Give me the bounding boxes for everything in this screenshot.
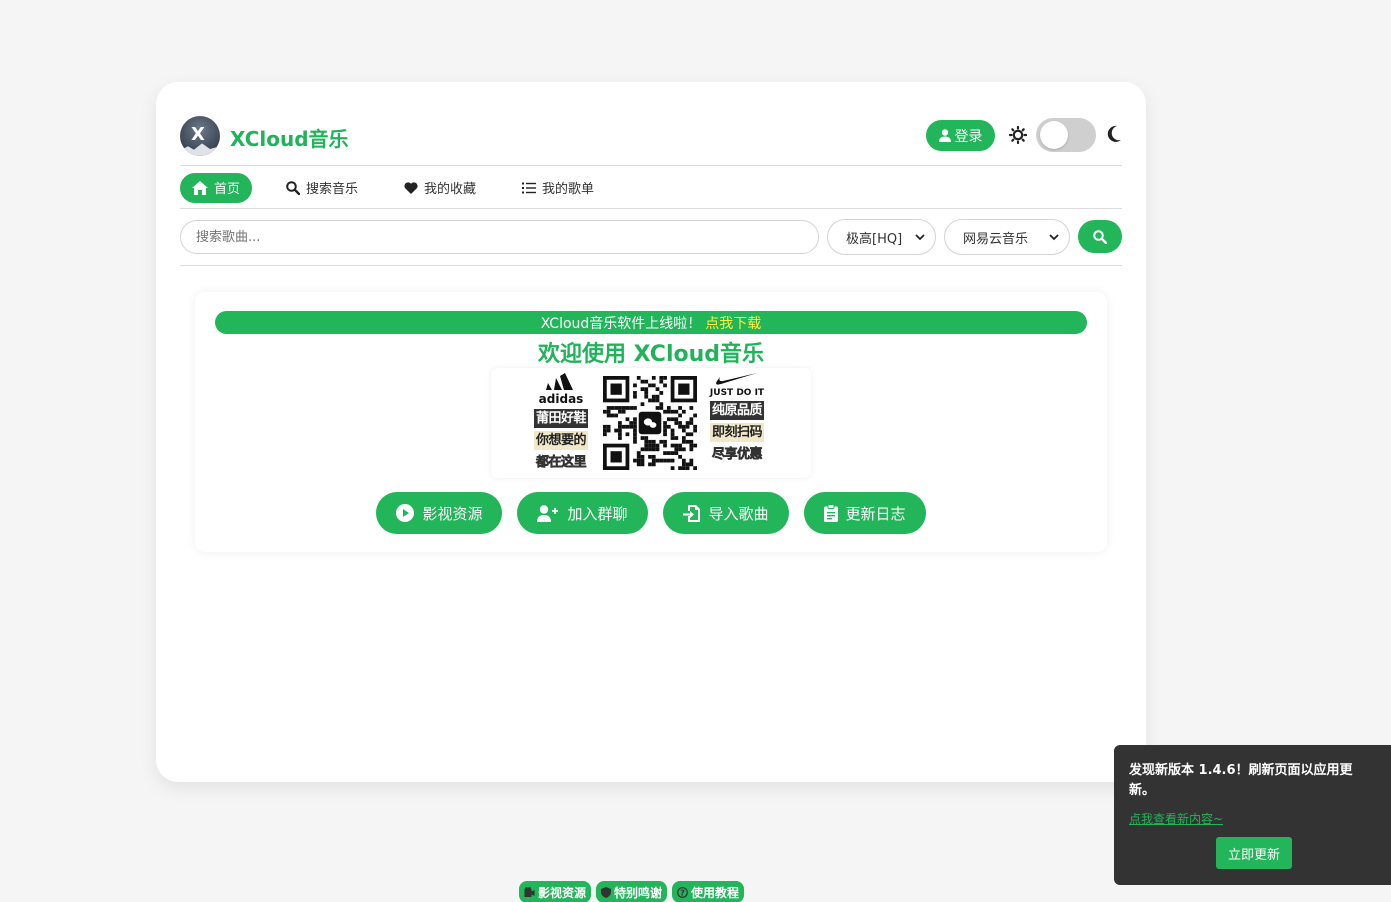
moon-icon[interactable] <box>1106 125 1122 143</box>
search-icon <box>1093 229 1107 244</box>
footer-video-resources[interactable]: 影视资源 <box>519 881 592 902</box>
nav-item-home[interactable]: 首页 <box>180 172 253 203</box>
banner-download-link[interactable]: 点我下载 <box>705 313 761 333</box>
home-icon <box>192 180 208 195</box>
question-circle-icon: ? <box>677 886 688 898</box>
ad-right: JUST DO IT 纯原品质 即刻扫码 尽享优惠 <box>705 372 769 464</box>
footer-links: 影视资源 特别鸣谢 ? 使用教程 <box>519 881 745 902</box>
film-icon <box>524 886 535 897</box>
banner-text: XCloud音乐软件上线啦！ <box>540 315 702 332</box>
adidas-logo-icon <box>546 373 573 390</box>
toggle-knob <box>1040 121 1068 149</box>
main-card: X XCloud音乐 登录 首页 搜索音乐 我的收藏 我的歌单 搜索歌曲... … <box>156 82 1146 782</box>
user-plus-icon <box>537 504 559 522</box>
clipboard-icon <box>823 504 838 522</box>
sun-icon[interactable] <box>1009 126 1027 144</box>
search-input[interactable] <box>180 220 819 254</box>
login-button[interactable]: 登录 <box>926 120 995 151</box>
swoosh-logo-icon <box>716 373 757 385</box>
search-row: 极高[HQ] 网易云音乐 <box>180 219 1122 266</box>
ad-banner[interactable]: adidas 莆田好鞋 你想要的 都在这里 JUST DO IT 纯原品质 即刻… <box>491 368 811 478</box>
shield-icon <box>601 886 612 898</box>
list-icon <box>522 182 537 193</box>
nav-item-favorites[interactable]: 我的收藏 <box>392 173 488 203</box>
logo-icon[interactable]: X <box>180 116 220 156</box>
join-group-button[interactable]: 加入群聊 <box>517 492 648 534</box>
chevron-down-icon <box>915 233 925 240</box>
nav-item-search[interactable]: 搜索音乐 <box>274 173 370 203</box>
welcome-title: 欢迎使用 XCloud音乐 <box>537 342 765 367</box>
welcome-panel: XCloud音乐软件上线啦！ 点我下载 欢迎使用 XCloud音乐 adidas… <box>195 292 1107 552</box>
footer-tutorial[interactable]: ? 使用教程 <box>672 881 745 902</box>
toast-message: 发现新版本 1.4.6！刷新页面以应用更新。 <box>1129 763 1353 798</box>
import-songs-button[interactable]: 导入歌曲 <box>662 492 789 534</box>
user-icon <box>938 129 951 142</box>
play-circle-icon <box>396 504 415 522</box>
search-icon <box>286 180 301 195</box>
source-select[interactable]: 网易云音乐 <box>944 219 1070 255</box>
login-label: 登录 <box>954 128 983 145</box>
heart-icon <box>404 181 418 194</box>
theme-toggle[interactable] <box>1036 118 1096 152</box>
download-banner[interactable]: XCloud音乐软件上线啦！ 点我下载 <box>215 311 1087 334</box>
footer-thanks[interactable]: 特别鸣谢 <box>596 881 668 902</box>
update-now-button[interactable]: 立即更新 <box>1216 837 1292 869</box>
action-buttons: 影视资源 加入群聊 导入歌曲 更新日志 <box>195 492 1107 534</box>
nav-item-playlists[interactable]: 我的歌单 <box>510 173 606 203</box>
header: X XCloud音乐 登录 <box>180 116 1122 166</box>
changelog-button[interactable]: 更新日志 <box>803 492 926 534</box>
ad-left: adidas 莆田好鞋 你想要的 都在这里 <box>529 372 593 472</box>
brand-title: XCloud音乐 <box>230 127 349 151</box>
chevron-down-icon <box>1049 233 1059 240</box>
svg-text:?: ? <box>680 888 685 897</box>
toast-whats-new-link[interactable]: 点我查看新内容~ <box>1129 810 1223 827</box>
update-toast: 发现新版本 1.4.6！刷新页面以应用更新。 点我查看新内容~ 立即更新 <box>1114 745 1391 885</box>
search-button[interactable] <box>1078 220 1122 253</box>
quality-select[interactable]: 极高[HQ] <box>827 219 936 255</box>
file-import-icon <box>682 504 700 522</box>
nav-bar: 首页 搜索音乐 我的收藏 我的歌单 <box>180 167 1122 209</box>
video-resources-button[interactable]: 影视资源 <box>376 492 503 534</box>
qr-code-icon <box>603 376 697 470</box>
